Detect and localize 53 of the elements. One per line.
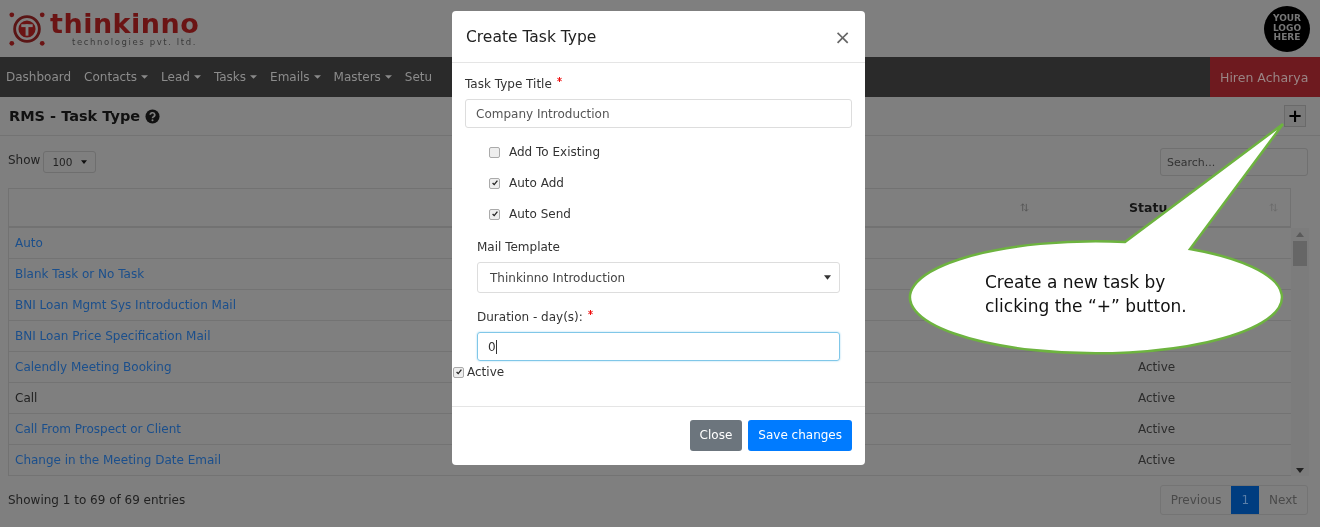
- checkbox-label: Add To Existing: [509, 145, 601, 159]
- nav-menu-item[interactable]: Lead: [161, 70, 201, 84]
- save-button[interactable]: Save changes: [748, 419, 852, 451]
- checkbox[interactable]: [489, 177, 500, 189]
- caret-icon: [141, 75, 149, 79]
- duration-input[interactable]: 0: [477, 332, 840, 361]
- field-label: Duration - day(s):: [477, 310, 583, 324]
- nav-menu-item[interactable]: Contacts: [84, 70, 149, 84]
- close-button[interactable]: Close: [689, 419, 743, 451]
- show-label: Show: [8, 153, 41, 167]
- nav-menu-item[interactable]: Emails: [270, 70, 321, 84]
- field-label: Task Type Title: [465, 77, 552, 91]
- caret-icon: [250, 75, 258, 79]
- page-title: RMS - Task Type: [9, 108, 141, 124]
- status-text: Active: [1138, 422, 1176, 436]
- modal-title: Create Task Type: [466, 27, 597, 46]
- client-logo: YOUR LOGO HERE: [1264, 5, 1310, 52]
- close-button[interactable]: ×: [834, 24, 851, 49]
- title-input[interactable]: Company Introduction: [465, 99, 852, 128]
- checkbox[interactable]: [489, 208, 500, 220]
- nav-menu-item[interactable]: Tasks: [213, 70, 258, 84]
- checkbox-label: Active: [467, 365, 505, 379]
- user-menu[interactable]: Hiren Acharya: [1210, 57, 1320, 97]
- nav-menu-item[interactable]: Masters: [333, 70, 392, 84]
- status-text: Active: [1138, 391, 1176, 405]
- checkbox[interactable]: [453, 366, 464, 378]
- template-select[interactable]: Thinkinno Introduction: [477, 262, 840, 293]
- status-text: Active: [1138, 360, 1176, 374]
- checkbox[interactable]: [489, 146, 500, 158]
- caret-icon: [384, 75, 392, 79]
- callout-text: Create a new task by clicking the “+” button.: [985, 271, 1187, 318]
- caret-icon: [81, 160, 88, 164]
- entries-info: Showing 1 to 69 of 69 entries: [8, 493, 186, 507]
- caret-icon: [824, 275, 831, 280]
- brand-logo-icon: [8, 9, 46, 48]
- task-type-name: Call: [15, 391, 38, 405]
- nav-menu-item[interactable]: Setu: [404, 70, 433, 84]
- column-heading: Statu: [1129, 200, 1168, 215]
- sort-icon: [1020, 203, 1029, 212]
- nav-menu-item[interactable]: Dashboard: [6, 70, 72, 84]
- pagination-button[interactable]: 1: [1231, 486, 1260, 514]
- scroll-down-icon[interactable]: [1296, 468, 1304, 473]
- page-size-select[interactable]: 100: [43, 151, 97, 173]
- brand-tagline: technologies pvt. ltd.: [72, 38, 199, 47]
- checkbox-label: Auto Send: [509, 207, 571, 221]
- help-icon[interactable]: [145, 108, 161, 124]
- field-label: Mail Template: [477, 240, 561, 254]
- caret-icon: [193, 75, 201, 79]
- brand-name: thinkinno: [50, 10, 200, 38]
- status-text: Active: [1138, 453, 1176, 467]
- add-button[interactable]: +: [1284, 105, 1306, 127]
- checkbox-label: Auto Add: [509, 176, 564, 190]
- caret-icon: [313, 75, 321, 79]
